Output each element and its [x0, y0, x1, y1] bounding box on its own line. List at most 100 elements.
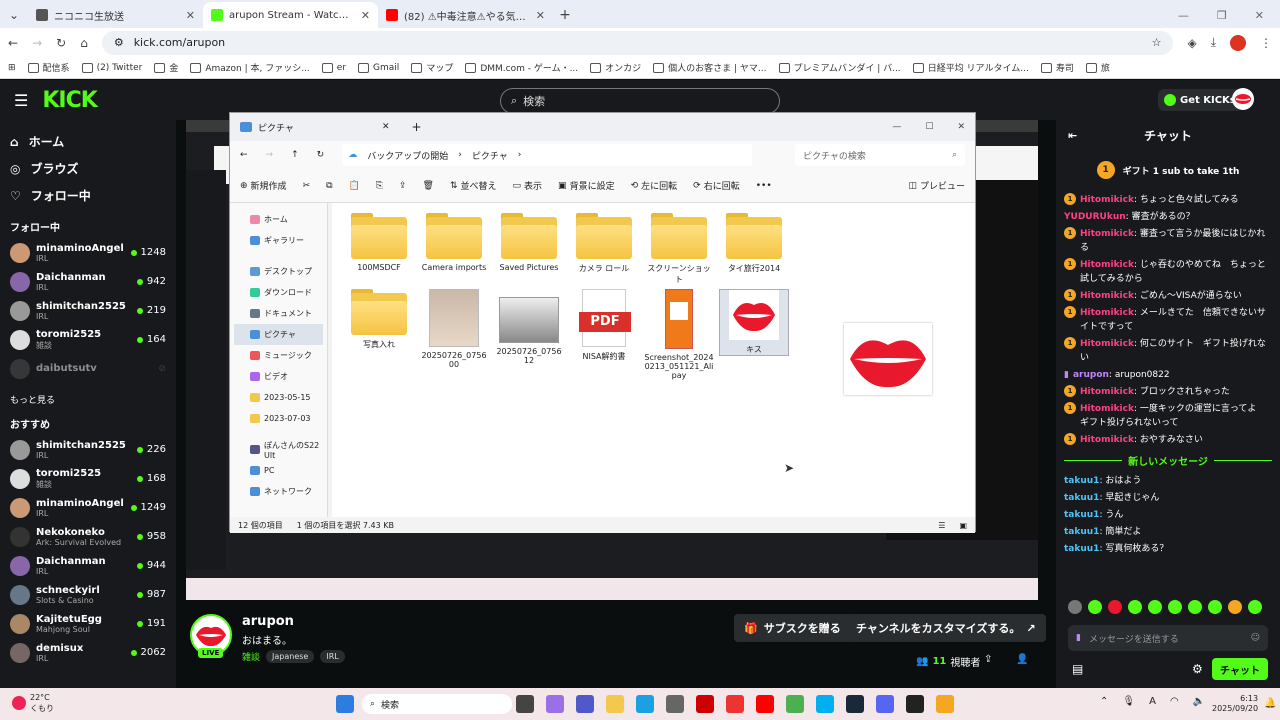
- chat-username[interactable]: Hitomikick: [1080, 291, 1134, 301]
- explorer-nav-item[interactable]: ダウンロード: [234, 282, 323, 303]
- file-item[interactable]: PDF NISA解約書: [569, 289, 639, 362]
- explorer-nav-item[interactable]: 2023-05-15: [234, 387, 323, 408]
- chat-username[interactable]: Hitomikick: [1080, 260, 1134, 270]
- sidebar-channel[interactable]: Nekokoneko Ark: Survival Evolved 958: [10, 522, 166, 551]
- delete-icon[interactable]: 🗑: [423, 181, 434, 191]
- customize-channel-button[interactable]: チャンネルをカスタマイズする。 ↗: [846, 614, 1046, 642]
- sidebar-channel[interactable]: shimitchan2525 IRL 226: [10, 435, 166, 464]
- emote-icon[interactable]: [1168, 600, 1182, 614]
- edge-icon[interactable]: [636, 695, 654, 713]
- explorer-nav-item[interactable]: PC: [234, 460, 323, 481]
- sidebar-nav-item[interactable]: ⌂ ホーム: [10, 128, 166, 155]
- bookmark-item[interactable]: 日経平均 リアルタイム...: [912, 61, 1029, 74]
- extensions-icon[interactable]: ◈: [1187, 36, 1196, 50]
- rename-icon[interactable]: ⎘: [376, 181, 383, 191]
- close-tab-icon[interactable]: ✕: [536, 9, 545, 22]
- share-icon[interactable]: ⇪: [399, 181, 407, 191]
- bookmark-item[interactable]: DMM.com - ゲーム・...: [465, 61, 578, 74]
- sidebar-channel[interactable]: toromi2525 雑談 164: [10, 325, 166, 354]
- sidebar-channel[interactable]: Daichanman IRL 944: [10, 551, 166, 580]
- chat-username[interactable]: takuu1: [1064, 544, 1099, 554]
- rotate-right-button[interactable]: ⟳ 右に回転: [693, 179, 740, 193]
- category-tag[interactable]: 雑談: [242, 650, 260, 663]
- sidebar-channel[interactable]: schneckyirl Slots & Casino 987: [10, 580, 166, 609]
- sidebar-channel[interactable]: Daichanman IRL 942: [10, 267, 166, 296]
- sidebar-channel[interactable]: minaminoAngel IRL 1249: [10, 493, 166, 522]
- skype-icon[interactable]: [816, 695, 834, 713]
- preview-button[interactable]: ◫ プレビュー: [908, 179, 965, 193]
- add-user-icon[interactable]: 👤: [1016, 654, 1028, 665]
- file-item[interactable]: タイ旅行2014: [719, 213, 789, 274]
- get-kicks-button[interactable]: Get KICKs: [1158, 89, 1242, 111]
- rakuten-icon[interactable]: [726, 695, 744, 713]
- breadcrumb-current[interactable]: ピクチャ: [472, 149, 508, 162]
- chat-username[interactable]: Hitomikick: [1080, 229, 1134, 239]
- gift-sub-button[interactable]: 🎁 サブスクを贈る: [734, 614, 851, 642]
- more-options-icon[interactable]: •••: [756, 181, 772, 191]
- bookmark-item[interactable]: Gmail: [358, 62, 399, 73]
- kick-search-input[interactable]: ⌕ 検索: [500, 88, 780, 114]
- file-item[interactable]: Screenshot_20240213_051121_Alipay: [644, 289, 714, 380]
- gift-banner[interactable]: 1 ギフト 1 sub to take 1th: [1064, 150, 1272, 190]
- explorer-up-icon[interactable]: ↑: [291, 150, 299, 160]
- home-icon[interactable]: ⌂: [80, 36, 88, 50]
- new-tab-button[interactable]: +: [553, 2, 577, 28]
- minimize-icon[interactable]: —: [1178, 9, 1189, 22]
- close-window-icon[interactable]: ✕: [1255, 9, 1264, 22]
- tiles-view-icon[interactable]: ▣: [959, 521, 967, 530]
- sidebar-channel[interactable]: KajitetuEgg Mahjong Soul 191: [10, 609, 166, 638]
- bookmark-item[interactable]: 寿司: [1040, 61, 1074, 74]
- file-item[interactable]: Camera imports: [419, 213, 489, 272]
- sidebar-nav-item[interactable]: ◎ ブラウズ: [10, 155, 166, 182]
- forward-icon[interactable]: →: [32, 36, 42, 50]
- chrome-icon[interactable]: [786, 695, 804, 713]
- chat-settings-icon[interactable]: ⚙: [1192, 662, 1203, 676]
- emote-icon[interactable]: [1068, 600, 1082, 614]
- bookmark-item[interactable]: 金: [154, 61, 178, 74]
- app-icon[interactable]: [936, 695, 954, 713]
- chat-username[interactable]: takuu1: [1064, 493, 1099, 503]
- weather-widget[interactable]: 22°C くもり: [12, 692, 54, 714]
- file-item[interactable]: 写真入れ: [344, 289, 414, 350]
- bookmark-item[interactable]: 個人のお客さま | ヤマ...: [653, 61, 767, 74]
- notification-bell-icon[interactable]: 🔔: [1264, 698, 1276, 709]
- file-item[interactable]: キス: [719, 289, 789, 356]
- file-explorer-icon[interactable]: [606, 695, 624, 713]
- browser-tab[interactable]: arupon Stream - Watch Live on ✕: [203, 2, 378, 28]
- explorer-close-icon[interactable]: ✕: [957, 122, 965, 132]
- tab-search-icon[interactable]: ⌄: [0, 2, 28, 28]
- chat-settings-shop-icon[interactable]: ▤: [1072, 662, 1083, 676]
- chat-username[interactable]: takuu1: [1064, 510, 1099, 520]
- back-icon[interactable]: ←: [8, 36, 18, 50]
- volume-icon[interactable]: 🔈: [1193, 696, 1205, 707]
- browser-tab[interactable]: ニコニコ生放送 ✕: [28, 2, 203, 28]
- bookmark-item[interactable]: プレミアムバンダイ | バ...: [778, 61, 901, 74]
- file-item[interactable]: カメラ ロール: [569, 213, 639, 274]
- discord-icon[interactable]: [876, 695, 894, 713]
- emote-icon[interactable]: [1208, 600, 1222, 614]
- kick-logo[interactable]: KICK: [42, 88, 97, 113]
- emote-icon[interactable]: [1088, 600, 1102, 614]
- bookmark-item[interactable]: マップ: [411, 61, 453, 74]
- chat-username[interactable]: YUDURUkun: [1064, 212, 1126, 222]
- youtube-icon[interactable]: [756, 695, 774, 713]
- language-tag[interactable]: Japanese: [266, 650, 315, 663]
- chat-username[interactable]: Hitomikick: [1080, 404, 1134, 414]
- ime-icon[interactable]: A: [1149, 696, 1156, 707]
- clock[interactable]: 6:13 2025/09/20: [1212, 694, 1258, 714]
- download-icon[interactable]: ⤓: [1211, 35, 1216, 50]
- chat-username[interactable]: Hitomikick: [1080, 308, 1134, 318]
- explorer-nav-item[interactable]: ビデオ: [234, 366, 323, 387]
- streamer-name[interactable]: arupon: [242, 614, 294, 629]
- chat-username[interactable]: arupon: [1073, 370, 1109, 380]
- chat-username[interactable]: Hitomikick: [1080, 195, 1134, 205]
- close-tab-icon[interactable]: ✕: [382, 122, 390, 132]
- explorer-forward-icon[interactable]: →: [266, 150, 274, 160]
- view-button[interactable]: ▭ 表示: [513, 179, 543, 193]
- emote-icon[interactable]: [1188, 600, 1202, 614]
- details-view-icon[interactable]: ☰: [938, 521, 945, 530]
- close-tab-icon[interactable]: ✕: [186, 9, 195, 22]
- send-chat-button[interactable]: チャット: [1212, 658, 1268, 680]
- bookmark-star-icon[interactable]: ☆: [1152, 36, 1162, 49]
- emote-icon[interactable]: [1148, 600, 1162, 614]
